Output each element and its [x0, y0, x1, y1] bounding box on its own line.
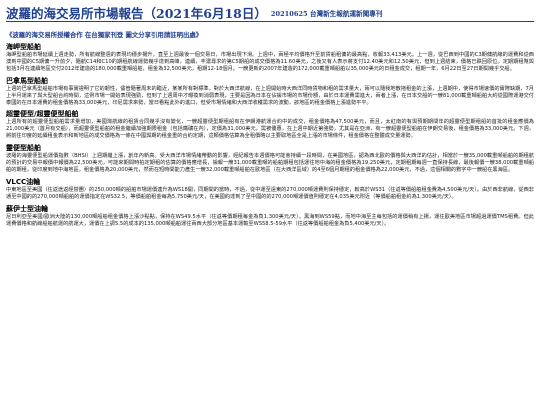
report-header: 波羅的海交易所市場報告（2021年6月18日） 20210625 台灣新生報航運新…: [6, 3, 534, 21]
section-title: 海岬型船舶: [6, 43, 41, 51]
section-title: 巴拿馬型船舶: [6, 76, 48, 85]
report-subtitle: 20210625 台灣新生報航運新聞專刊: [270, 10, 383, 18]
copyright-notice: 《波羅的海交易所授權合作 在台獨家刊登 圖文分享引用請註明出處》: [6, 31, 203, 39]
section-title: 蘇伊士型油輪: [6, 204, 48, 213]
section-title: VLCC油輪: [6, 177, 41, 186]
section-text: 波羅的海靈便型船運價指數（BHSI）上週期繼上漲，創年內新高。受大西洋市場情緒帶…: [6, 153, 534, 173]
section-text: 上週所有的超靈便型船舶需求量增加，美國灣航線的租賃合同幾乎沒有變化，一艘超靈便型…: [6, 119, 534, 140]
section-text: 上週的巴拿馬型船舶市場有事實證明了它的韌性，儘管隨著周末的臨近，某某所有對標準，…: [6, 85, 534, 106]
section-panamax: 巴拿馬型船舶 上週的巴拿馬型船舶市場有事實證明了它的韌性，儘管隨著周末的臨近，某…: [6, 77, 534, 107]
section-vlcc: VLCC油輪 中東地區至美國（往返途返經營團）的250,000噸的船舶市場運價連…: [6, 178, 534, 201]
section-text: 尼日利亞至美國/歐洲大陸的130,000噸船舶租金價格上漲沙點點，保持在WS49…: [6, 213, 534, 227]
section-title: 靈便型船舶: [6, 144, 41, 153]
section-capesize: 海岬型船舶 海岬型船舶市場延續上週走勢，所有航線整週的表現均穩步揚升，直至上週最…: [6, 43, 534, 73]
report-body: 海岬型船舶 海岬型船舶市場延續上週走勢，所有航線整週的表現均穩步揚升，直至上週最…: [6, 43, 534, 403]
header-divider: [6, 21, 534, 22]
section-ultramax-supramax: 超靈便型/超靈便型船舶 上週所有的超靈便型船舶需求量增加，美國灣航線的租賃合同幾…: [6, 110, 534, 140]
section-handysize: 靈便型船舶 波羅的海靈便型船運價指數（BHSI）上週期繼上漲，創年內新高。受大西…: [6, 144, 534, 174]
section-suezmax: 蘇伊士型油輪 尼日利亞至美國/歐洲大陸的130,000噸船舶租金價格上漲沙點點，…: [6, 205, 534, 228]
section-text: 海岬型船舶市場延續上週走勢，所有航線整週的表現均穩步揚升，直至上週最後一個交易日…: [6, 52, 534, 72]
section-text: 中東地區至美國（往返途返經營團）的250,000噸的船舶市場運價連升為WS18開…: [6, 186, 534, 200]
report-title: 波羅的海交易所市場報告（2021年6月18日）: [6, 6, 267, 21]
